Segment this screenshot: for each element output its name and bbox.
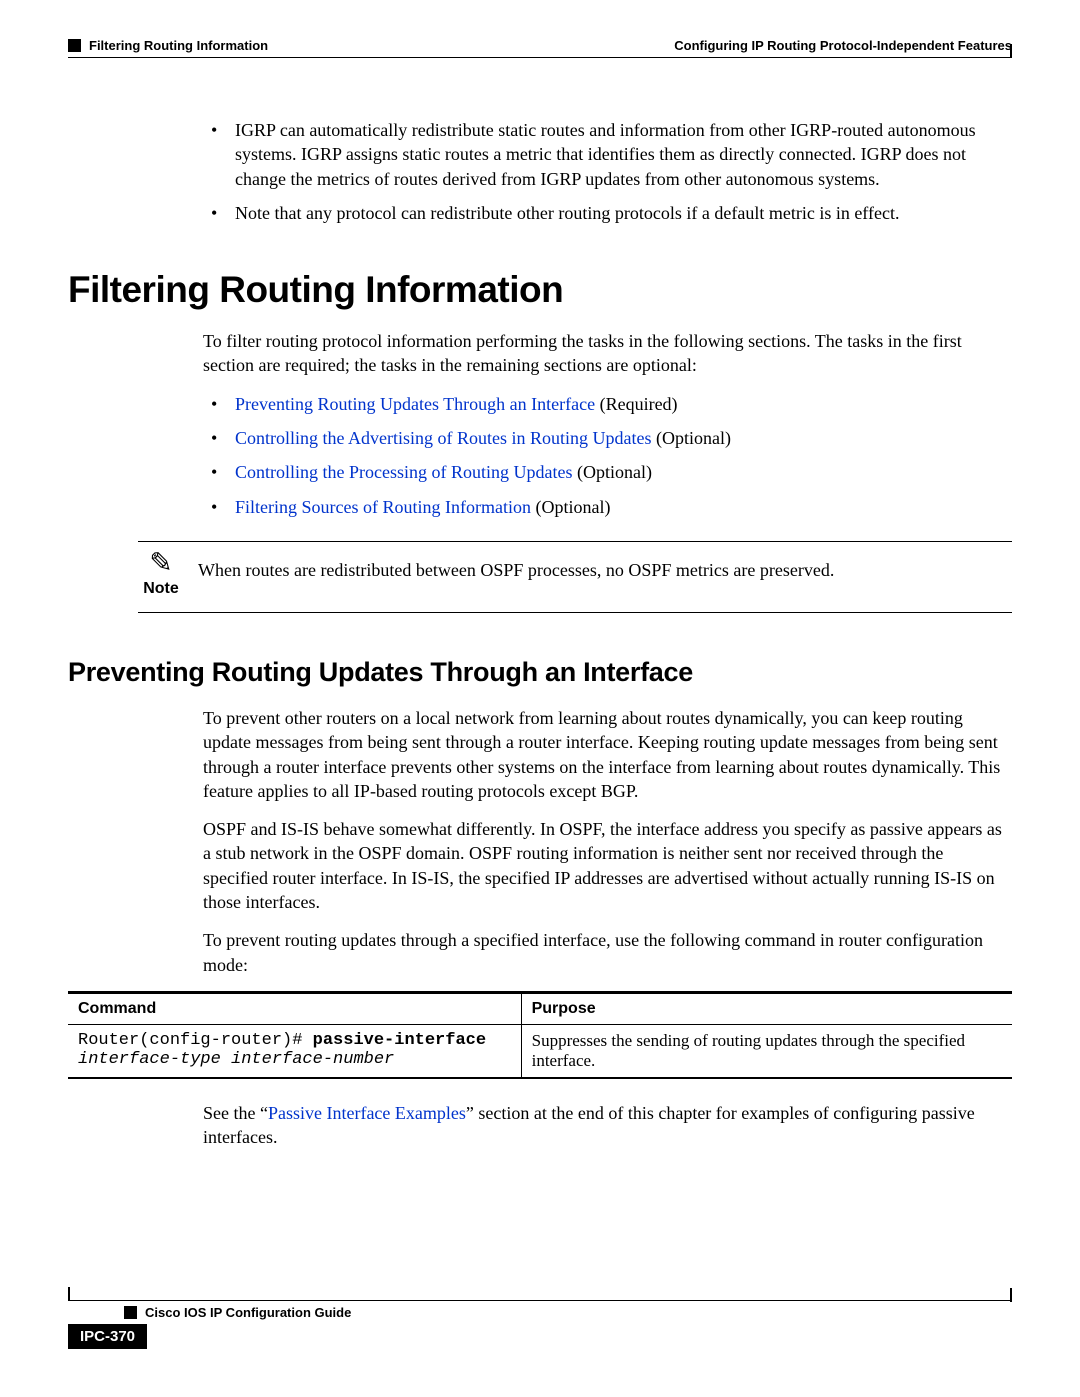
table-row: Router(config-router)# passive-interface… — [68, 1024, 1012, 1078]
running-header: Filtering Routing Information Configurin… — [68, 38, 1012, 53]
footer-rule — [68, 1300, 1012, 1301]
header-tick-icon — [1010, 44, 1012, 58]
page-content: IGRP can automatically redistribute stat… — [203, 118, 1012, 1150]
page-number-badge: IPC-370 — [68, 1324, 147, 1349]
task-link[interactable]: Preventing Routing Updates Through an In… — [235, 394, 595, 414]
task-suffix: (Required) — [595, 394, 677, 414]
subsection-para: OSPF and IS-IS behave somewhat different… — [203, 817, 1012, 914]
task-suffix: (Optional) — [531, 497, 610, 517]
command-table: Command Purpose Router(config-router)# p… — [68, 991, 1012, 1079]
table-header-purpose: Purpose — [521, 992, 1012, 1024]
note-text: When routes are redistributed between OS… — [198, 542, 1012, 582]
task-suffix: (Optional) — [572, 462, 651, 482]
subsection-para: To prevent routing updates through a spe… — [203, 928, 1012, 977]
header-rule — [68, 57, 1012, 58]
task-item: Controlling the Advertising of Routes in… — [235, 426, 1012, 450]
task-item: Preventing Routing Updates Through an In… — [235, 392, 1012, 416]
task-link[interactable]: Controlling the Advertising of Routes in… — [235, 428, 651, 448]
task-suffix: (Optional) — [651, 428, 730, 448]
closing-pre: See the “ — [203, 1103, 268, 1123]
task-link[interactable]: Controlling the Processing of Routing Up… — [235, 462, 572, 482]
cmd-prefix: Router(config-router)# — [78, 1031, 313, 1050]
task-item: Controlling the Processing of Routing Up… — [235, 460, 1012, 484]
header-breadcrumb-right: Configuring IP Routing Protocol-Independ… — [674, 38, 1012, 53]
footer-guide-title: Cisco IOS IP Configuration Guide — [145, 1305, 351, 1320]
subsection-heading: Preventing Routing Updates Through an In… — [68, 657, 1012, 688]
intro-bullet: Note that any protocol can redistribute … — [235, 201, 1012, 225]
cmd-args: interface-type interface-number — [78, 1050, 394, 1069]
running-footer: Cisco IOS IP Configuration Guide IPC-370 — [68, 1300, 1012, 1349]
command-cell: Router(config-router)# passive-interface… — [68, 1024, 521, 1078]
task-item: Filtering Sources of Routing Information… — [235, 495, 1012, 519]
pencil-icon: ✎ — [138, 550, 184, 578]
note-label: Note — [138, 580, 184, 598]
footer-square-icon — [124, 1306, 137, 1319]
closing-paragraph: See the “Passive Interface Examples” sec… — [203, 1101, 1012, 1150]
note-block: ✎ Note When routes are redistributed bet… — [138, 541, 1012, 613]
task-list: Preventing Routing Updates Through an In… — [203, 392, 1012, 519]
header-square-icon — [68, 39, 81, 52]
table-header-command: Command — [68, 992, 521, 1024]
cmd-keyword: passive-interface — [313, 1031, 486, 1050]
section-intro: To filter routing protocol information p… — [203, 329, 1012, 378]
section-heading: Filtering Routing Information — [68, 269, 1012, 311]
footer-row: Cisco IOS IP Configuration Guide — [68, 1305, 1012, 1320]
note-icon-column: ✎ Note — [138, 542, 184, 598]
intro-bullet-list: IGRP can automatically redistribute stat… — [203, 118, 1012, 225]
closing-link[interactable]: Passive Interface Examples — [268, 1103, 466, 1123]
header-breadcrumb-left: Filtering Routing Information — [89, 38, 268, 53]
footer-tick-icon — [68, 1287, 70, 1301]
footer-tick-icon — [1010, 1288, 1012, 1302]
subsection-para: To prevent other routers on a local netw… — [203, 706, 1012, 803]
header-left: Filtering Routing Information — [68, 38, 268, 53]
intro-bullet: IGRP can automatically redistribute stat… — [235, 118, 1012, 191]
task-link[interactable]: Filtering Sources of Routing Information — [235, 497, 531, 517]
purpose-cell: Suppresses the sending of routing update… — [521, 1024, 1012, 1078]
